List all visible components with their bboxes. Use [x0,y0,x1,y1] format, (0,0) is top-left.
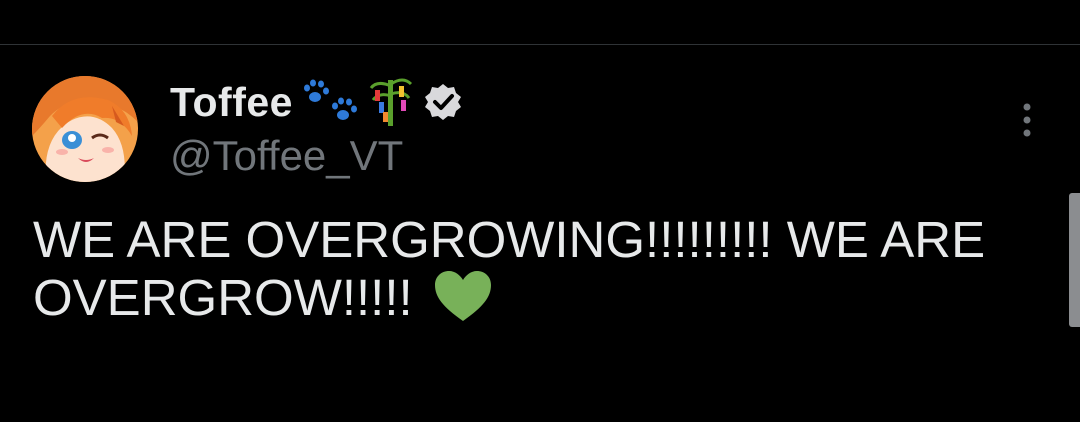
more-vertical-icon [1023,103,1031,137]
avatar[interactable] [32,76,138,182]
author-name-row[interactable]: Toffee [170,76,463,128]
tweet-text-content: WE ARE OVERGROWING!!!!!!!!! WE ARE OVERG… [33,211,986,326]
more-options-button[interactable] [1010,98,1044,142]
verified-badge-icon[interactable] [423,82,463,122]
paw-prints-emoji-icon [303,79,359,125]
top-divider [0,44,1080,45]
display-name[interactable]: Toffee [170,79,293,126]
tanabata-tree-emoji-icon [369,76,413,128]
tweet-text: WE ARE OVERGROWING!!!!!!!!! WE ARE OVERG… [33,211,1023,335]
author-handle[interactable]: @Toffee_VT [170,132,403,180]
scrollbar[interactable] [1069,193,1080,327]
green-heart-icon [433,269,493,335]
